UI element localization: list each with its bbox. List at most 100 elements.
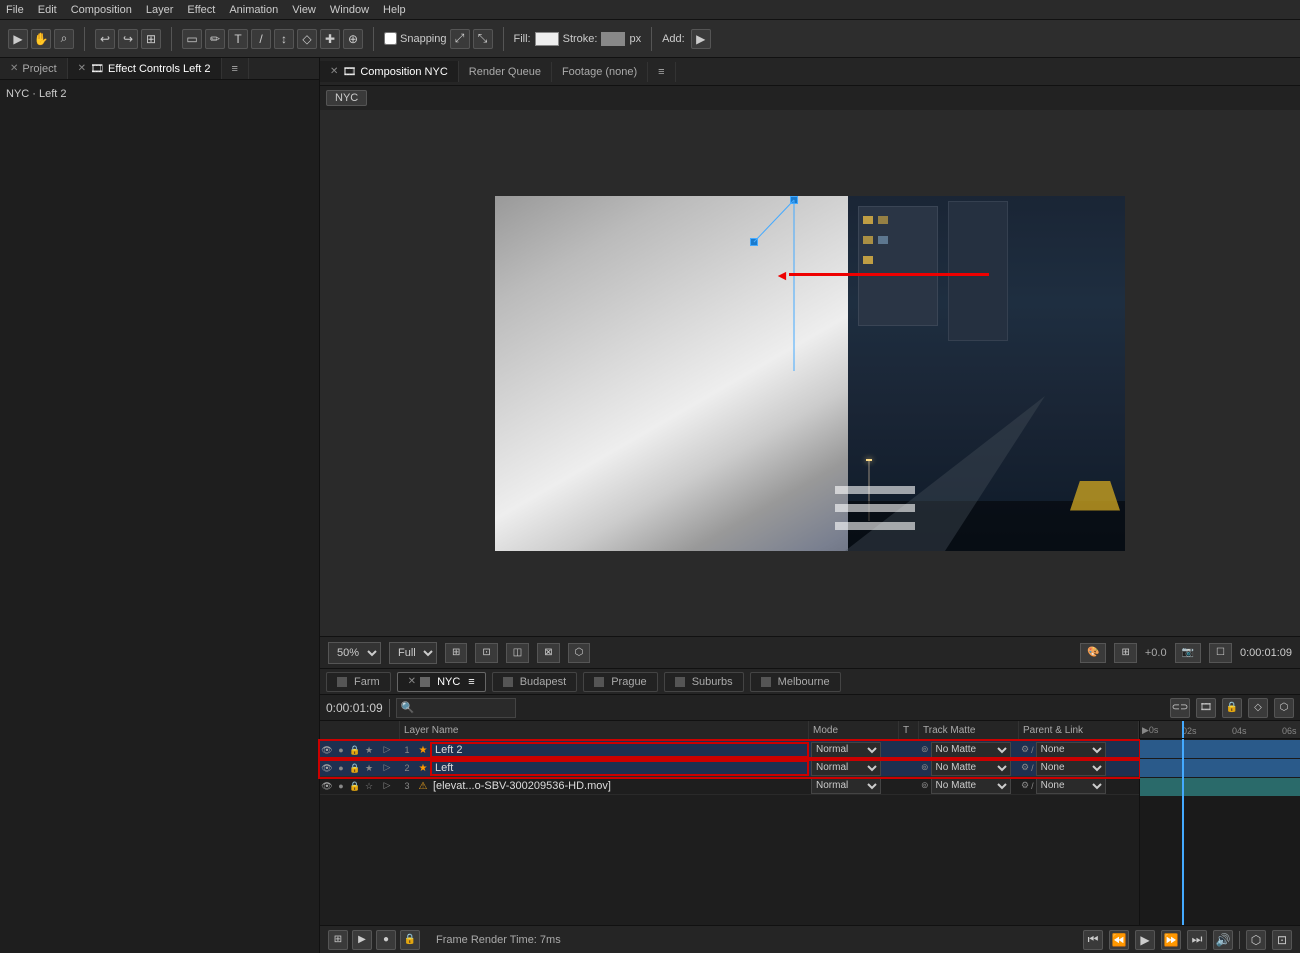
audio-btn[interactable]: 🔊 — [1213, 930, 1233, 950]
tab-suburbs[interactable]: Suburbs — [664, 672, 744, 692]
tab-comp-close[interactable]: ✕ — [330, 66, 338, 77]
menu-animation[interactable]: Animation — [229, 4, 278, 16]
layer-1-eye[interactable]: 👁 — [320, 744, 334, 756]
layer-2-lock[interactable]: 🔒 — [348, 762, 362, 774]
layer-2-eye[interactable]: 👁 — [320, 762, 334, 774]
tab-project[interactable]: ✕ Project — [0, 58, 68, 79]
redo-tool[interactable]: ↪ — [118, 29, 138, 49]
menu-view[interactable]: View — [292, 4, 316, 16]
layer-3-lock[interactable]: 🔒 — [348, 780, 362, 792]
tab-options[interactable]: ≡ — [648, 62, 675, 82]
solo-btn[interactable]: ⊂⊃ — [1170, 698, 1190, 718]
navigator-btn[interactable]: ⊡ — [1272, 930, 1292, 950]
tab-budapest[interactable]: Budapest — [492, 672, 577, 692]
layer-2-parent-select[interactable]: None — [1036, 760, 1106, 776]
layer-2-name[interactable]: Left — [430, 760, 809, 776]
type-tool[interactable]: T — [228, 29, 248, 49]
hand-tool[interactable]: ✋ — [31, 29, 51, 49]
bottom-render-btn[interactable]: ▶ — [352, 930, 372, 950]
layer-1-lock[interactable]: 🔒 — [348, 744, 362, 756]
tab-menu[interactable]: ≡ — [222, 58, 249, 79]
stroke-color-swatch[interactable] — [601, 32, 625, 46]
layer-1-collapse[interactable]: ▷ — [376, 744, 398, 755]
grid-btn[interactable]: ⊞ — [1114, 643, 1136, 663]
tab-farm[interactable]: Farm — [326, 672, 391, 692]
layer-3-collapse[interactable]: ▷ — [376, 780, 398, 791]
timeline-bar-1[interactable] — [1140, 740, 1300, 758]
line-tool[interactable]: / — [251, 29, 271, 49]
timeline-bar-2[interactable] — [1140, 759, 1300, 777]
puppet-pin-tool[interactable]: ↕ — [274, 29, 294, 49]
region-btn[interactable]: ⊡ — [475, 643, 497, 663]
pen-tool[interactable]: ✏ — [205, 29, 225, 49]
tab-render-queue[interactable]: Render Queue — [459, 62, 552, 82]
menu-layer[interactable]: Layer — [146, 4, 174, 16]
roto-tool[interactable]: ✚ — [320, 29, 340, 49]
tab-nyc-close[interactable]: ✕ — [408, 676, 416, 687]
camera-btn[interactable]: 📷 — [1175, 643, 1201, 663]
layer-1-mode-select[interactable]: Normal — [811, 742, 881, 758]
snapping-checkbox[interactable] — [384, 32, 397, 45]
transparency-btn[interactable]: ◫ — [506, 643, 529, 663]
color-picker-btn[interactable]: 🎨 — [1080, 643, 1106, 663]
layer-3-eye[interactable]: 👁 — [320, 780, 334, 792]
tab-nyc-menu[interactable]: ≡ — [468, 676, 474, 688]
layer-1-star[interactable]: ★ — [416, 744, 430, 756]
tab-nyc[interactable]: ✕ NYC ≡ — [397, 672, 486, 692]
layer-row-1[interactable]: 👁 ● 🔒 ★ ▷ 1 ★ Left 2 Normal — [320, 741, 1139, 759]
zoom-tool[interactable]: ⌕ — [54, 29, 74, 49]
clone-tool[interactable]: ⊕ — [343, 29, 363, 49]
bottom-lock-btn[interactable]: 🔒 — [400, 930, 420, 950]
playhead-ruler[interactable] — [1182, 721, 1184, 738]
pixel-aspect-btn[interactable]: ⊠ — [537, 643, 559, 663]
layer-row-2[interactable]: 👁 ● 🔒 ★ ▷ 2 ★ Left Normal — [320, 759, 1139, 777]
playhead-timeline[interactable] — [1182, 739, 1184, 925]
layer-1-shy[interactable]: ★ — [362, 744, 376, 756]
tab-composition[interactable]: ✕ 🎞 Composition NYC — [320, 61, 459, 82]
timeline-options-btn[interactable]: ⬡ — [1274, 698, 1294, 718]
undo-tool[interactable]: ↩ — [95, 29, 115, 49]
fill-color-swatch[interactable] — [535, 32, 559, 46]
layer-2-solo[interactable]: ● — [334, 762, 348, 774]
layer-2-shy[interactable]: ★ — [362, 762, 376, 774]
layer-3-mode-select[interactable]: Normal — [811, 778, 881, 794]
layer-3-shy[interactable]: ☆ — [362, 780, 376, 792]
timeline-search[interactable] — [396, 698, 516, 718]
handle-top-right[interactable] — [790, 196, 798, 204]
layer-row-3[interactable]: 👁 ● 🔒 ☆ ▷ 3 ⚠ [elevat...o-SBV-300209536-… — [320, 777, 1139, 795]
menu-effect[interactable]: Effect — [187, 4, 215, 16]
handle-mid[interactable] — [750, 238, 758, 246]
bottom-solo-btn[interactable]: ● — [376, 930, 396, 950]
shape-tool[interactable]: ◇ — [297, 29, 317, 49]
rect-tool[interactable]: ▭ — [182, 29, 202, 49]
add-btn[interactable]: ▶ — [691, 29, 711, 49]
tab-melbourne[interactable]: Melbourne — [750, 672, 841, 692]
fast-preview-btn[interactable]: ⬡ — [568, 643, 591, 663]
fit-to-comp-btn[interactable]: ⊞ — [445, 643, 467, 663]
layer-1-parent-select[interactable]: None — [1036, 742, 1106, 758]
layer-3-name[interactable]: [elevat...o-SBV-300209536-HD.mov] — [430, 780, 809, 792]
time-ruler[interactable]: ▶0s 02s 04s 06s 08s 10s 12s 14s 16s — [1140, 721, 1300, 739]
viewer-option-btn[interactable]: ☐ — [1209, 643, 1232, 663]
quality-select[interactable]: Full — [389, 642, 437, 664]
menu-edit[interactable]: Edit — [38, 4, 57, 16]
tab-effect-close[interactable]: ✕ — [78, 63, 86, 74]
draft-btn[interactable]: 🎞 — [1196, 698, 1216, 718]
select-tool[interactable]: ▶ — [8, 29, 28, 49]
layer-2-matte-select[interactable]: No Matte — [931, 760, 1011, 776]
tab-project-close[interactable]: ✕ — [10, 63, 18, 74]
timeline-bar-3[interactable] — [1140, 778, 1300, 796]
go-to-start-btn[interactable]: ⏮ — [1083, 930, 1103, 950]
bottom-right-btn[interactable]: ⬡ — [1246, 930, 1266, 950]
layer-3-solo[interactable]: ● — [334, 780, 348, 792]
timeline-timecode[interactable]: 0:00:01:09 — [326, 701, 383, 715]
layer-2-collapse[interactable]: ▷ — [376, 762, 398, 773]
snap-options[interactable]: ⤢ — [450, 29, 470, 49]
snap-icon[interactable]: ⤡ — [473, 29, 493, 49]
tab-prague[interactable]: Prague — [583, 672, 657, 692]
tab-effect-controls[interactable]: ✕ 🎞 Effect Controls Left 2 — [68, 58, 222, 79]
layer-2-pick-icon[interactable]: / — [1031, 763, 1034, 773]
layer-3-parent-select[interactable]: None — [1036, 778, 1106, 794]
lock-btn[interactable]: 🔒 — [1222, 698, 1242, 718]
menu-help[interactable]: Help — [383, 4, 406, 16]
